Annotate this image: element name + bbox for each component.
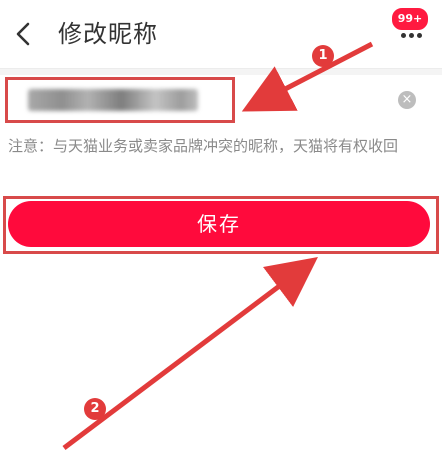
- chevron-left-icon: [16, 22, 30, 46]
- notice-text: 注意：与天猫业务或卖家品牌冲突的昵称，天猫将有权收回: [8, 137, 399, 155]
- ellipsis-icon-dot: [409, 33, 414, 38]
- notification-badge: 99+: [390, 6, 430, 32]
- annotation-highlight-input: [5, 77, 235, 123]
- ellipsis-icon: [401, 33, 406, 38]
- annotation-highlight-save: [3, 196, 439, 254]
- annotation-step-2: 2: [84, 398, 106, 420]
- clear-icon[interactable]: ×: [398, 91, 416, 109]
- annotation-arrow-2: [62, 256, 318, 450]
- ellipsis-icon-dot: [417, 33, 422, 38]
- page-title: 修改昵称: [58, 20, 158, 48]
- header-bar: 修改昵称 99+: [0, 0, 442, 69]
- annotation-step-1: 1: [312, 45, 334, 67]
- back-button[interactable]: [10, 16, 38, 52]
